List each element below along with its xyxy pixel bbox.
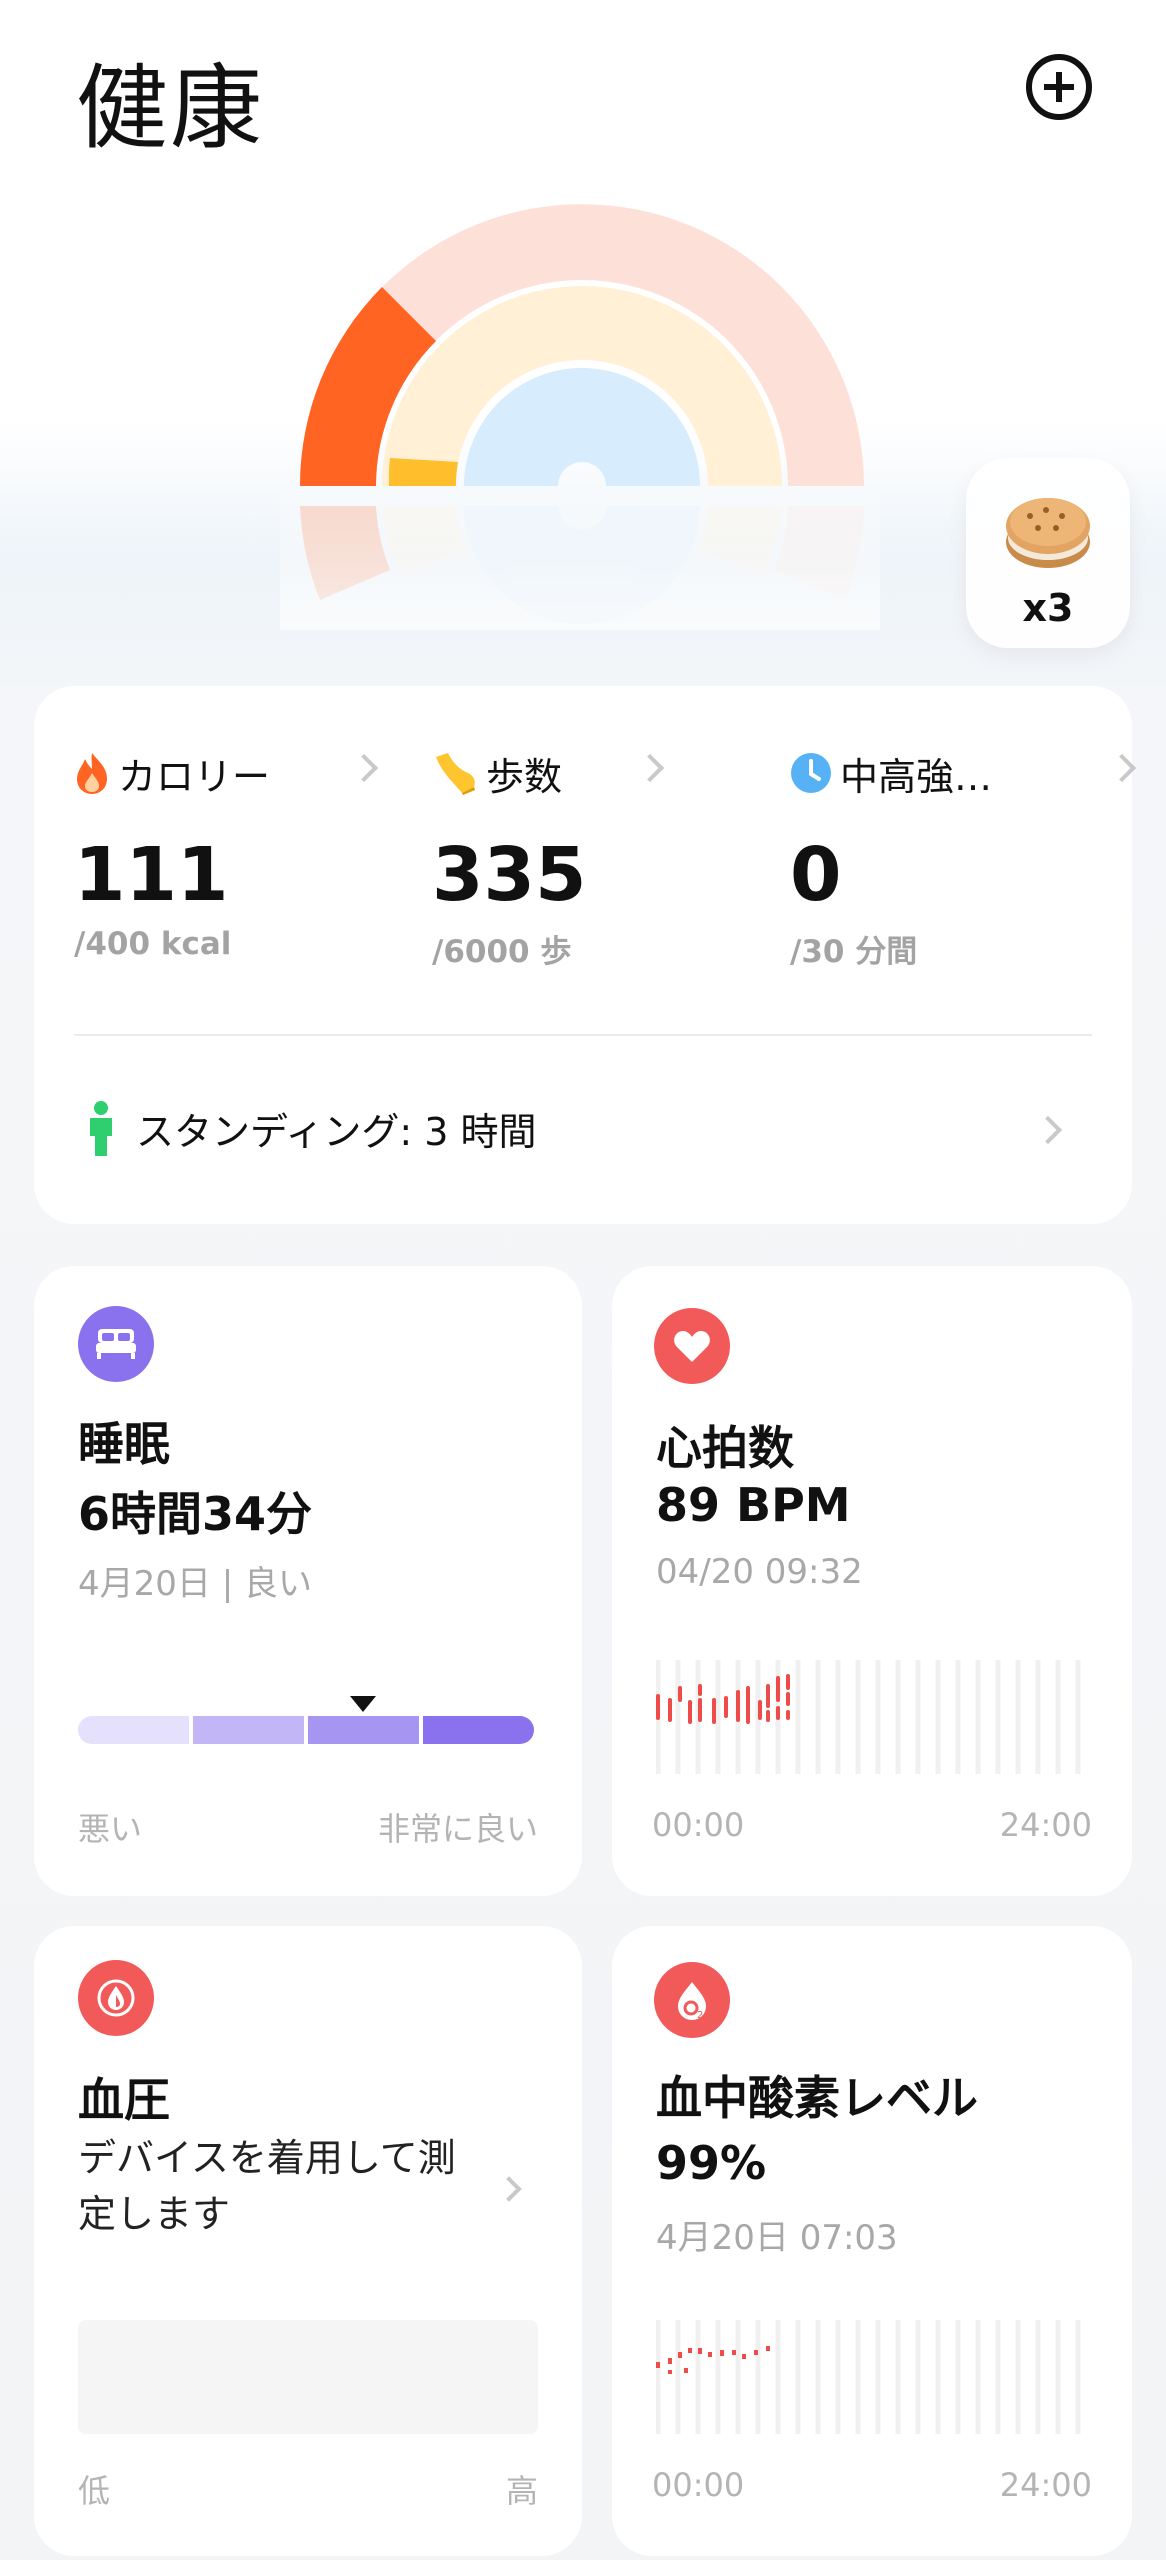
page-title: 健康: [76, 55, 265, 162]
blood-drop-icon: [78, 1960, 154, 2036]
sleep-duration: 6時間34分: [78, 1487, 313, 1541]
chart-start-label: 00:00: [652, 2466, 745, 2504]
intensity-metric[interactable]: 中高強… 0 /30 分間: [790, 748, 1137, 970]
chevron-right-icon: [496, 2176, 522, 2202]
sleep-title: 睡眠: [78, 1417, 170, 1471]
scale-high-label: 非常に良い: [377, 1810, 538, 1848]
chart-end-label: 24:00: [999, 2466, 1092, 2504]
heart-rate-chart: [656, 1660, 1081, 1774]
blood-oxygen-title: 血中酸素レベル: [656, 2071, 978, 2125]
blood-oxygen-chart: [656, 2320, 1081, 2434]
blood-oxygen-value: 99%: [656, 2136, 767, 2190]
blood-pressure-title: 血圧: [78, 2073, 170, 2127]
steps-ring-progress: [388, 458, 458, 486]
add-card-button[interactable]: [1026, 54, 1092, 120]
activity-rings[interactable]: [280, 190, 880, 710]
scale-low-label: 低: [78, 2472, 111, 2510]
svg-text:2: 2: [697, 2010, 703, 2021]
shoe-icon: [436, 753, 475, 795]
calories-metric[interactable]: カロリー 111 /400 kcal: [74, 748, 414, 962]
chevron-right-icon: [1033, 1115, 1063, 1145]
blood-pressure-card[interactable]: 血圧 デバイスを着用して測定します 低 高: [34, 1926, 582, 2556]
scale-high-label: 高: [505, 2472, 538, 2510]
steps-metric[interactable]: 歩数 335 /6000 歩: [432, 748, 772, 970]
intensity-label: 中高強…: [840, 754, 993, 799]
scale-segment: [193, 1716, 304, 1744]
steps-label: 歩数: [486, 754, 563, 799]
scale-segment: [78, 1716, 189, 1744]
heart-rate-card[interactable]: 心拍数 89 BPM 04/20 09:32 00:00 24:00: [612, 1266, 1132, 1896]
heart-rate-title: 心拍数: [656, 1421, 794, 1475]
calories-goal: /400 kcal: [74, 926, 232, 962]
clock-icon: [791, 753, 831, 793]
heart-icon: [654, 1308, 730, 1384]
sleep-quality-marker: [350, 1696, 376, 1712]
heart-rate-time: 04/20 09:32: [656, 1552, 863, 1592]
standing-label: スタンディング: 3 時間: [136, 1109, 537, 1154]
intensity-value: 0: [790, 832, 842, 918]
intensity-goal: /30 分間: [790, 934, 918, 970]
steps-value: 335: [432, 832, 587, 918]
blood-oxygen-time: 4月20日 07:03: [656, 2218, 898, 2258]
chart-end-label: 24:00: [999, 1806, 1092, 1844]
steps-goal: /6000 歩: [432, 934, 572, 970]
sleep-card[interactable]: 睡眠 6時間34分 4月20日 | 良い 悪い 非常に良い: [34, 1266, 582, 1896]
standing-row[interactable]: スタンディング: 3 時間: [86, 1100, 536, 1156]
sleep-date-quality: 4月20日 | 良い: [78, 1564, 312, 1604]
scale-low-label: 悪い: [78, 1810, 143, 1848]
blood-pressure-message: デバイスを着用して測定します: [78, 2136, 456, 2236]
reward-badge[interactable]: x3: [966, 458, 1130, 648]
calories-label: カロリー: [118, 754, 271, 799]
flame-icon: [77, 753, 107, 794]
sleep-quality-scale: [78, 1716, 534, 1744]
heart-rate-value: 89 BPM: [656, 1478, 851, 1532]
activity-summary-card: カロリー 111 /400 kcal 歩数 335 /6000 歩 中高強… 0…: [34, 686, 1137, 1224]
reward-count: x3: [1022, 586, 1074, 630]
calories-value: 111: [74, 832, 229, 918]
divider: [74, 1034, 1092, 1036]
chart-start-label: 00:00: [652, 1806, 745, 1844]
blood-oxygen-card[interactable]: 2 血中酸素レベル 99% 4月20日 07:03 00:00 24:00: [612, 1926, 1132, 2556]
scale-segment: [308, 1716, 419, 1744]
standing-person-icon: [90, 1101, 112, 1156]
bed-icon: [78, 1306, 154, 1382]
cookie-icon: [1006, 498, 1090, 568]
scale-segment: [423, 1716, 534, 1744]
blood-pressure-chart-placeholder: [78, 2320, 538, 2434]
oxygen-icon: 2: [654, 1962, 730, 2038]
